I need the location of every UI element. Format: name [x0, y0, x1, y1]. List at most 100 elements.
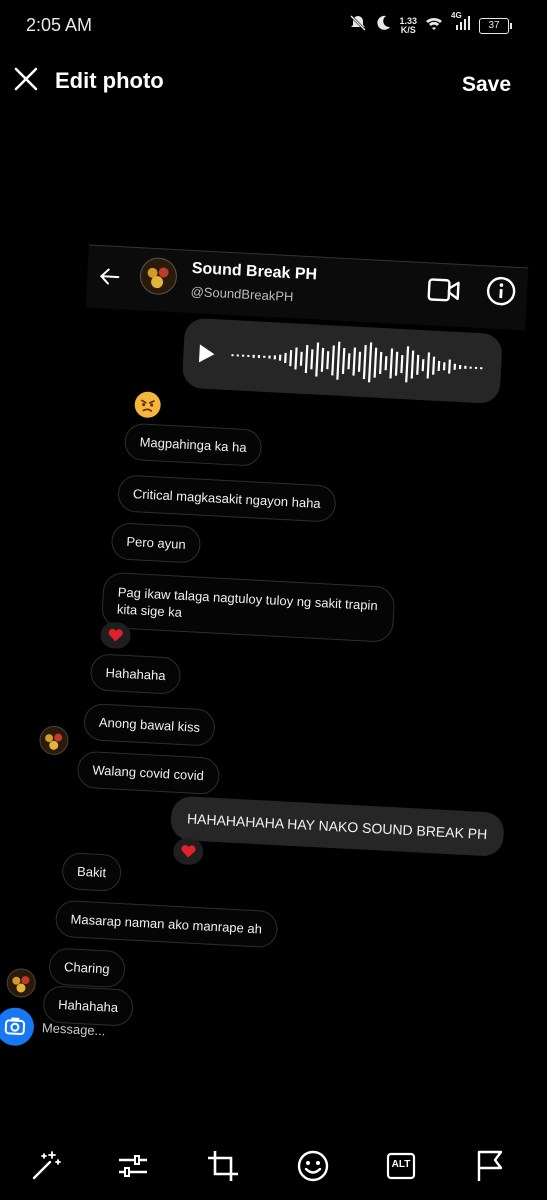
waveform-bar: [315, 342, 320, 377]
waveform-bar: [421, 359, 425, 372]
message-bubble: Pag ikaw talaga nagtuloy tuloy ng sakit …: [100, 571, 396, 643]
waveform-bar: [373, 347, 378, 378]
waveform-bar: [326, 351, 330, 370]
message-bubble: Walang covid covid: [76, 750, 220, 795]
waveform-bar: [289, 350, 293, 367]
chat-name: Sound Break PH: [191, 259, 318, 284]
waveform-bar: [384, 356, 388, 371]
edit-toolbar: ALT: [0, 1140, 547, 1190]
waveform-bar: [236, 354, 239, 357]
avatar: [38, 725, 70, 757]
waveform-bar: [341, 347, 346, 375]
top-bar: Edit photo Save: [0, 55, 547, 110]
waveform-bar: [352, 347, 357, 376]
chat-handle: @SoundBreakPH: [190, 283, 294, 305]
waveform-bar: [247, 354, 250, 358]
waveform-bar: [336, 341, 341, 380]
network-speed: 1.33 K/S: [399, 16, 417, 35]
chat-screenshot: Sound Break PH @SoundBreakPH Magpahinga …: [0, 217, 547, 1114]
waveform-bar: [394, 351, 399, 376]
waveform-bar: [231, 354, 234, 357]
angry-emoji-icon: [134, 391, 162, 419]
flag-icon[interactable]: [472, 1148, 508, 1184]
message-input: Message...: [41, 1020, 106, 1039]
video-call-icon: [426, 275, 461, 305]
heart-reaction-icon: [99, 621, 132, 650]
waveform-bar: [474, 366, 478, 369]
waveform-bar: [432, 356, 436, 375]
waveform-bar: [379, 351, 383, 374]
network-type: 4G: [451, 11, 462, 20]
speed-unit: K/S: [400, 24, 416, 35]
waveform-bar: [367, 342, 373, 383]
alt-text-icon[interactable]: ALT: [383, 1148, 419, 1184]
waveform-bar: [278, 354, 282, 361]
waveform-bar: [442, 362, 446, 371]
avatar: [138, 256, 178, 296]
waveform-bar: [263, 355, 266, 358]
waveform-bar: [464, 365, 467, 369]
waveform-bar: [284, 352, 287, 363]
magic-wand-icon[interactable]: [28, 1148, 64, 1184]
moon-icon: [375, 15, 391, 36]
waveform-bar: [389, 348, 394, 379]
waveform-bar: [357, 351, 362, 372]
signal-icon: 4G: [451, 11, 471, 36]
adjust-icon[interactable]: [115, 1148, 151, 1184]
chat-header: Sound Break PH @SoundBreakPH: [85, 244, 529, 331]
crop-icon[interactable]: [205, 1148, 241, 1184]
avatar: [5, 967, 37, 999]
message-bubble-outgoing: HAHAHAHAHA HAY NAKO SOUND BREAK PH: [169, 795, 505, 857]
waveform-bar: [410, 350, 415, 379]
waveform-bar: [448, 359, 451, 374]
message-bubble: Bakit: [61, 851, 122, 893]
photo-preview[interactable]: Sound Break PH @SoundBreakPH Magpahinga …: [0, 230, 547, 1100]
waveform-bar: [273, 355, 277, 360]
info-icon: [484, 274, 518, 308]
waveform-bar: [400, 354, 404, 374]
camera-icon: [0, 1006, 35, 1047]
waveform-bar: [405, 346, 410, 383]
waveform-bar: [241, 354, 245, 357]
waveform-bar: [252, 354, 255, 358]
waveform-bar: [294, 347, 298, 370]
play-icon: [197, 343, 216, 364]
waveform-bar: [257, 354, 261, 359]
waveform-bar: [480, 367, 483, 370]
save-button[interactable]: Save: [462, 73, 511, 97]
waveform-bar: [437, 360, 441, 372]
waveform-bar: [310, 349, 314, 370]
waveform-bar: [331, 345, 335, 376]
close-icon[interactable]: [12, 65, 40, 93]
waveform-bar: [320, 347, 325, 372]
emoji-icon[interactable]: [295, 1148, 331, 1184]
waveform: [231, 341, 483, 383]
waveform-bar: [304, 345, 309, 374]
message-composer: Message...: [0, 1002, 197, 1062]
status-bar: 2:05 AM 1.33 K/S 4G 37: [0, 0, 547, 52]
waveform-bar: [458, 365, 462, 370]
waveform-bar: [416, 354, 420, 375]
waveform-bar: [453, 363, 457, 370]
message-bubble: Magpahinga ka ha: [123, 422, 263, 467]
waveform-bar: [299, 351, 303, 366]
waveform-bar: [469, 366, 472, 369]
clock: 2:05 AM: [26, 15, 93, 35]
waveform-bar: [347, 353, 351, 370]
message-bubble: Critical magkasakit ngayon haha: [117, 474, 337, 523]
message-bubble: Hahahaha: [89, 653, 182, 695]
back-arrow-icon: [97, 264, 122, 289]
waveform-bar: [362, 345, 367, 380]
mute-icon: [349, 14, 367, 37]
waveform-bar: [268, 355, 271, 359]
wifi-icon: [425, 15, 443, 36]
battery-indicator: 37: [479, 17, 512, 34]
message-bubble: Anong bawal kiss: [83, 702, 216, 747]
heart-reaction-icon: [172, 837, 205, 866]
status-icons: 1.33 K/S 4G 37: [349, 11, 512, 37]
voice-message: [181, 317, 503, 405]
page-title: Edit photo: [55, 68, 164, 93]
waveform-bar: [426, 352, 431, 379]
message-bubble: Pero ayun: [110, 522, 202, 564]
message-bubble: Charing: [48, 947, 126, 989]
